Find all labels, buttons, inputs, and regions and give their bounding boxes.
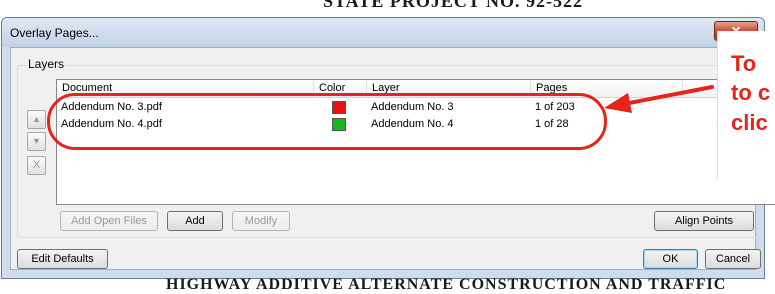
annotation-arrow-icon xyxy=(604,85,714,113)
